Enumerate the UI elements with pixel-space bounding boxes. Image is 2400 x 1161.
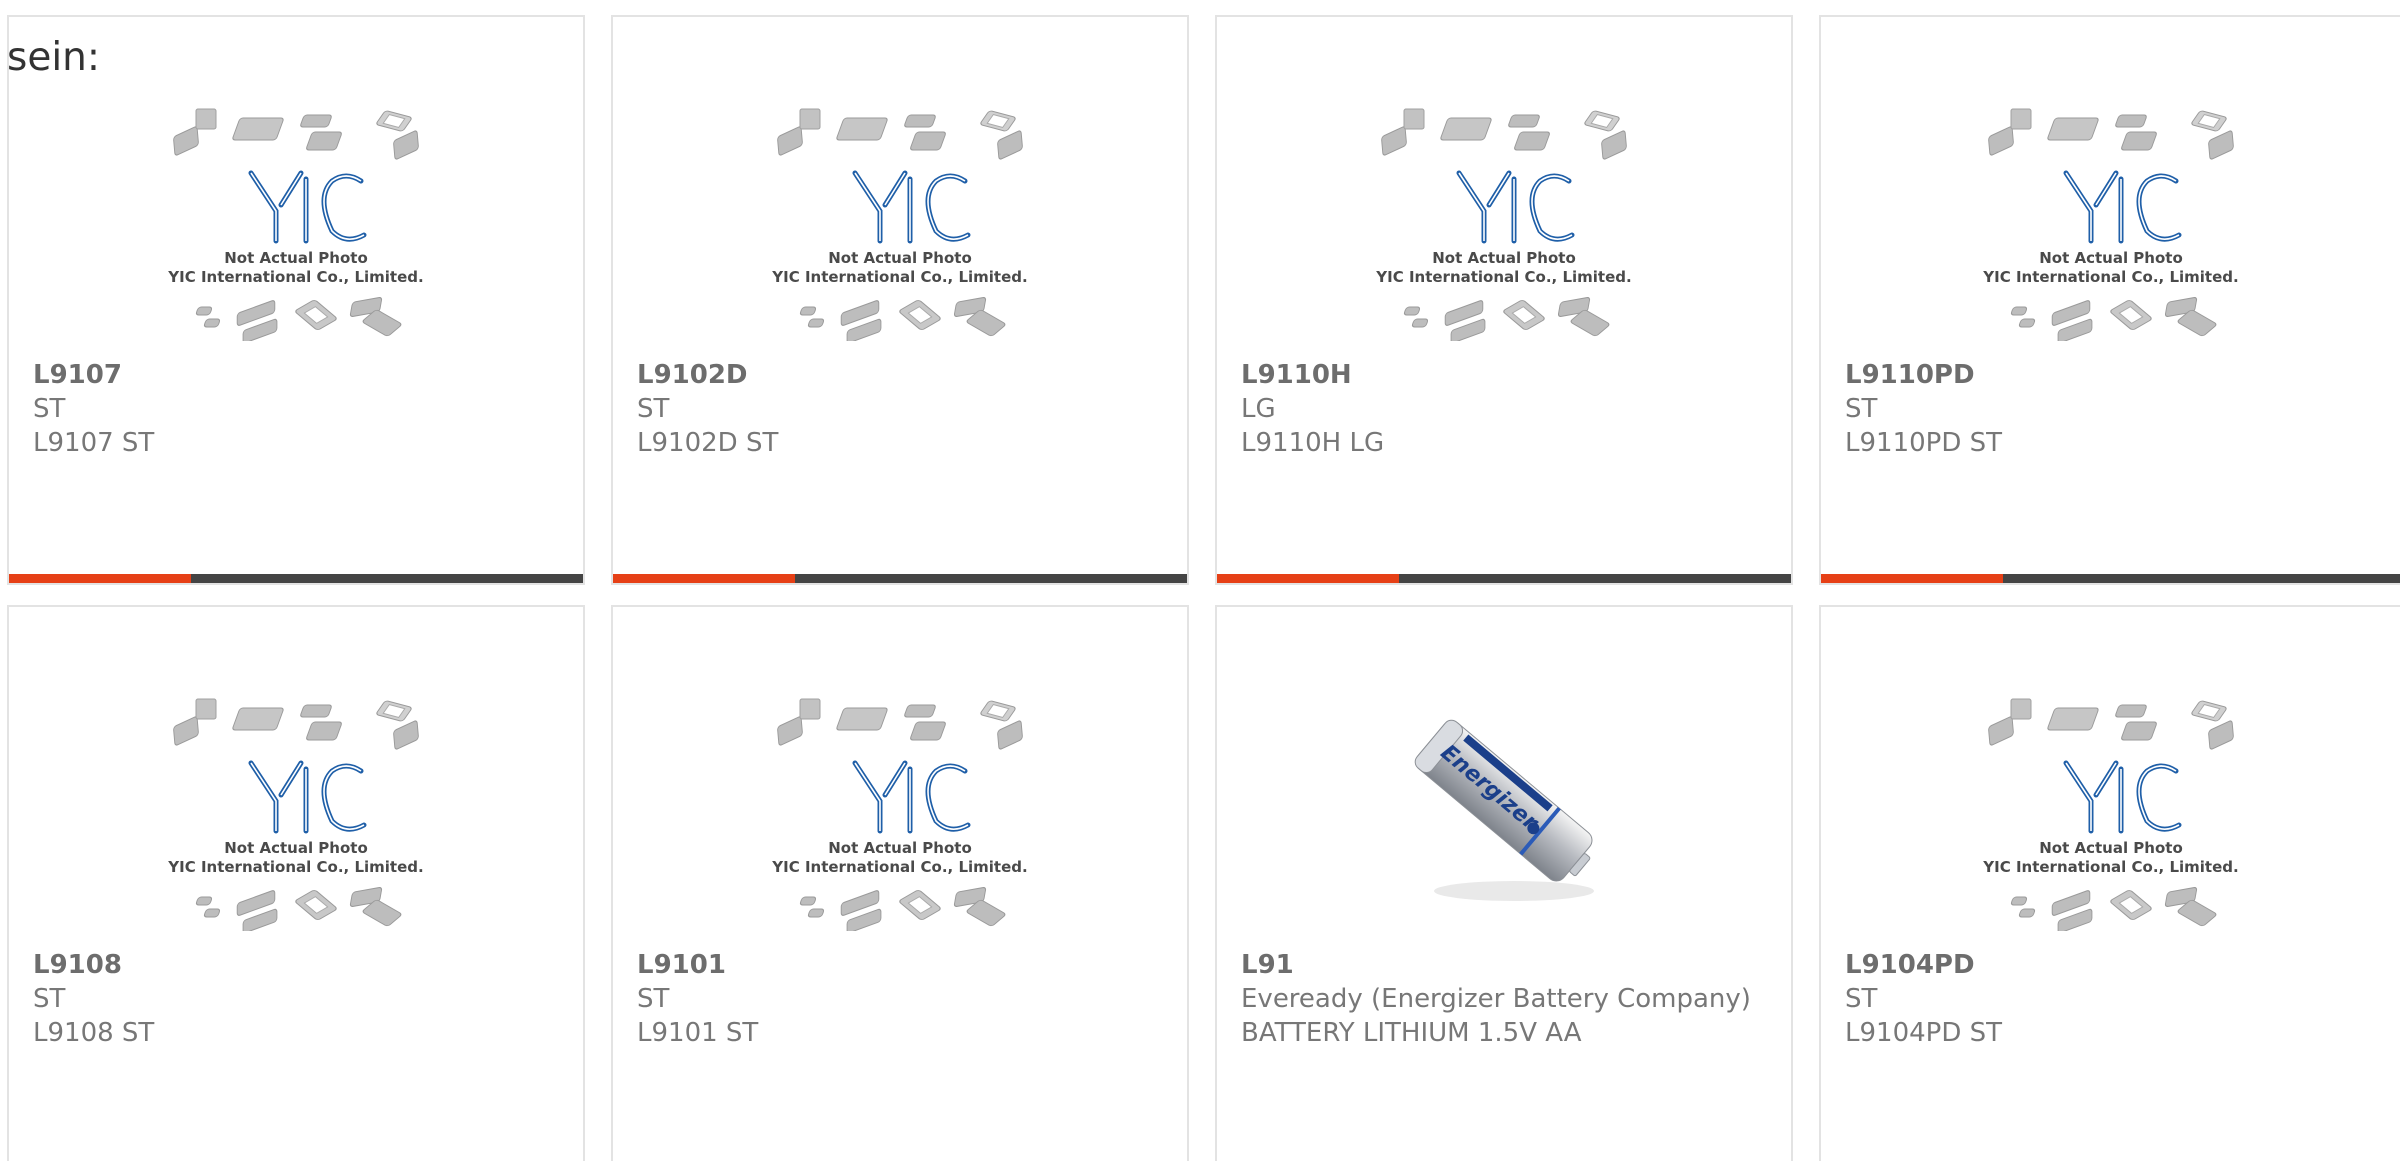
placeholder-company-text: YIC International Co., Limited.	[771, 268, 1027, 286]
product-description: L9101 ST	[637, 1018, 759, 1048]
manufacturer: ST	[33, 984, 66, 1014]
product-description: L9110H LG	[1241, 428, 1385, 458]
yic-logo	[2063, 170, 2181, 244]
part-number-link[interactable]: L9104PD	[1845, 948, 2376, 982]
card-bottom-bar	[1821, 574, 2400, 583]
yic-logo	[248, 760, 367, 834]
product-grid-page: sein: Not Actual Photo YIC International …	[0, 0, 2400, 1161]
yic-logo	[2063, 760, 2181, 834]
product-description: L9108 ST	[33, 1018, 155, 1048]
manufacturer: Eveready (Energizer Battery Company)	[1241, 984, 1751, 1014]
yic-placeholder-image: Not Actual PhotoYIC International Co., L…	[771, 698, 1028, 931]
placeholder-photo: Not Actual Photo YIC International Co., L…	[613, 101, 1187, 341]
placeholder-company-text: YIC International Co., Limited.	[167, 858, 423, 876]
product-description: L9104PD ST	[1845, 1018, 2003, 1048]
yic-logo	[852, 760, 971, 834]
product-info: L9107 ST L9107 ST	[33, 358, 559, 460]
yic-placeholder-image: Not Actual PhotoYIC International Co., L…	[167, 108, 424, 341]
yic-placeholder-image: Not Actual PhotoYIC International Co., L…	[1375, 108, 1632, 341]
placeholder-note-text: Not Actual Photo	[828, 839, 972, 857]
placeholder-company-text: YIC International Co., Limited.	[1375, 268, 1631, 286]
card-bottom-bar	[613, 574, 1187, 583]
product-card[interactable]: Not Actual Photo YIC International Co., L…	[7, 15, 585, 585]
card-bottom-bar	[1217, 574, 1791, 583]
manufacturer: LG	[1241, 394, 1276, 424]
product-description: L9107 ST	[33, 428, 155, 458]
product-info: L9101 ST L9101 ST	[637, 948, 1163, 1050]
product-info: L9110H LG L9110H LG	[1241, 358, 1767, 460]
yic-placeholder-image: Not Actual PhotoYIC International Co., L…	[167, 698, 424, 931]
placeholder-note-text: Not Actual Photo	[2039, 839, 2183, 857]
battery-image: Energizer	[1414, 719, 1594, 901]
battery-photo: Energizer	[1217, 691, 1791, 931]
yic-placeholder-image: Not Actual PhotoYIC International Co., L…	[1982, 108, 2238, 341]
yic-placeholder-image: Not Actual PhotoYIC International Co., L…	[771, 108, 1028, 341]
placeholder-note-text: Not Actual Photo	[224, 839, 368, 857]
product-card[interactable]: Energizer L91 Eveready (Energizer Batter…	[1215, 605, 1793, 1161]
product-info: L91 Eveready (Energizer Battery Company)…	[1241, 948, 1767, 1050]
part-number-link[interactable]: L9107	[33, 358, 559, 392]
manufacturer: ST	[637, 984, 670, 1014]
placeholder-photo: Not Actual Photo YIC International Co., L…	[1821, 101, 2400, 341]
product-card[interactable]: Not Actual Photo YIC International Co., L…	[1819, 605, 2400, 1161]
placeholder-photo: Not Actual Photo YIC International Co., L…	[1217, 101, 1791, 341]
placeholder-photo: Not Actual Photo YIC International Co., L…	[9, 101, 583, 341]
product-info: L9104PD ST L9104PD ST	[1845, 948, 2376, 1050]
product-card[interactable]: Not Actual Photo YIC International Co., L…	[1819, 15, 2400, 585]
yic-logo	[248, 170, 367, 244]
card-accent-bar	[9, 574, 191, 583]
product-info: L9110PD ST L9110PD ST	[1845, 358, 2376, 460]
placeholder-photo: Not Actual Photo YIC International Co., L…	[9, 691, 583, 931]
placeholder-note-text: Not Actual Photo	[2039, 249, 2183, 267]
part-number-link[interactable]: L91	[1241, 948, 1767, 982]
placeholder-note-text: Not Actual Photo	[1432, 249, 1576, 267]
placeholder-company-text: YIC International Co., Limited.	[771, 858, 1027, 876]
placeholder-company-text: YIC International Co., Limited.	[1982, 268, 2238, 286]
product-description: L9102D ST	[637, 428, 779, 458]
manufacturer: ST	[637, 394, 670, 424]
part-number-link[interactable]: L9110H	[1241, 358, 1767, 392]
section-heading: sein:	[7, 35, 101, 80]
placeholder-note-text: Not Actual Photo	[224, 249, 368, 267]
product-card[interactable]: Not Actual Photo YIC International Co., L…	[611, 605, 1189, 1161]
part-number-link[interactable]: L9101	[637, 948, 1163, 982]
card-accent-bar	[1821, 574, 2003, 583]
yic-placeholder-image: Not Actual PhotoYIC International Co., L…	[1982, 698, 2238, 931]
placeholder-note-text: Not Actual Photo	[828, 249, 972, 267]
part-number-link[interactable]: L9108	[33, 948, 559, 982]
placeholder-company-text: YIC International Co., Limited.	[167, 268, 423, 286]
product-description: BATTERY LITHIUM 1.5V AA	[1241, 1018, 1582, 1048]
product-card[interactable]: Not Actual Photo YIC International Co., L…	[1215, 15, 1793, 585]
part-number-link[interactable]: L9110PD	[1845, 358, 2376, 392]
card-accent-bar	[613, 574, 795, 583]
product-info: L9102D ST L9102D ST	[637, 358, 1163, 460]
product-card[interactable]: Not Actual Photo YIC International Co., L…	[611, 15, 1189, 585]
manufacturer: ST	[1845, 984, 1878, 1014]
placeholder-company-text: YIC International Co., Limited.	[1982, 858, 2238, 876]
card-accent-bar	[1217, 574, 1399, 583]
yic-logo	[1456, 170, 1575, 244]
product-description: L9110PD ST	[1845, 428, 2003, 458]
product-info: L9108 ST L9108 ST	[33, 948, 559, 1050]
product-card[interactable]: Not Actual Photo YIC International Co., L…	[7, 605, 585, 1161]
card-bottom-bar	[9, 574, 583, 583]
yic-logo	[852, 170, 971, 244]
manufacturer: ST	[1845, 394, 1878, 424]
manufacturer: ST	[33, 394, 66, 424]
part-number-link[interactable]: L9102D	[637, 358, 1163, 392]
placeholder-photo: Not Actual Photo YIC International Co., L…	[1821, 691, 2400, 931]
placeholder-photo: Not Actual Photo YIC International Co., L…	[613, 691, 1187, 931]
